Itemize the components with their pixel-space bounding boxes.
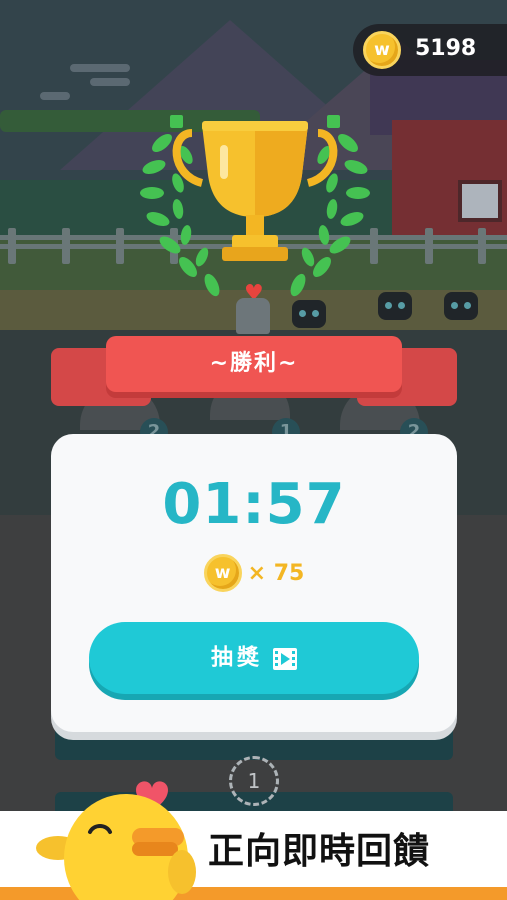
coin-icon: w	[203, 554, 242, 592]
result-card: 01:57 w × 75 抽獎	[51, 434, 457, 732]
lottery-button[interactable]: 抽獎	[89, 622, 419, 694]
victory-ribbon: ~勝利~	[106, 336, 402, 392]
coin-icon: w	[363, 31, 401, 69]
yellow-bird-mascot-icon	[36, 781, 196, 900]
victory-title: ~勝利~	[209, 351, 299, 376]
banner-caption: 正向即時回饋	[208, 831, 431, 872]
trophy-wreath-icon	[140, 115, 370, 297]
elapsed-time: 01:57	[162, 472, 346, 537]
coin-counter: w 5198	[353, 24, 507, 76]
coin-reward: w × 75	[51, 554, 457, 594]
lottery-button-label: 抽獎	[210, 645, 263, 671]
coin-total: 5198	[415, 36, 477, 61]
player-character	[236, 298, 270, 334]
video-play-icon	[273, 647, 297, 670]
laurel-leaf	[170, 115, 183, 128]
reward-amount: × 75	[247, 560, 305, 586]
